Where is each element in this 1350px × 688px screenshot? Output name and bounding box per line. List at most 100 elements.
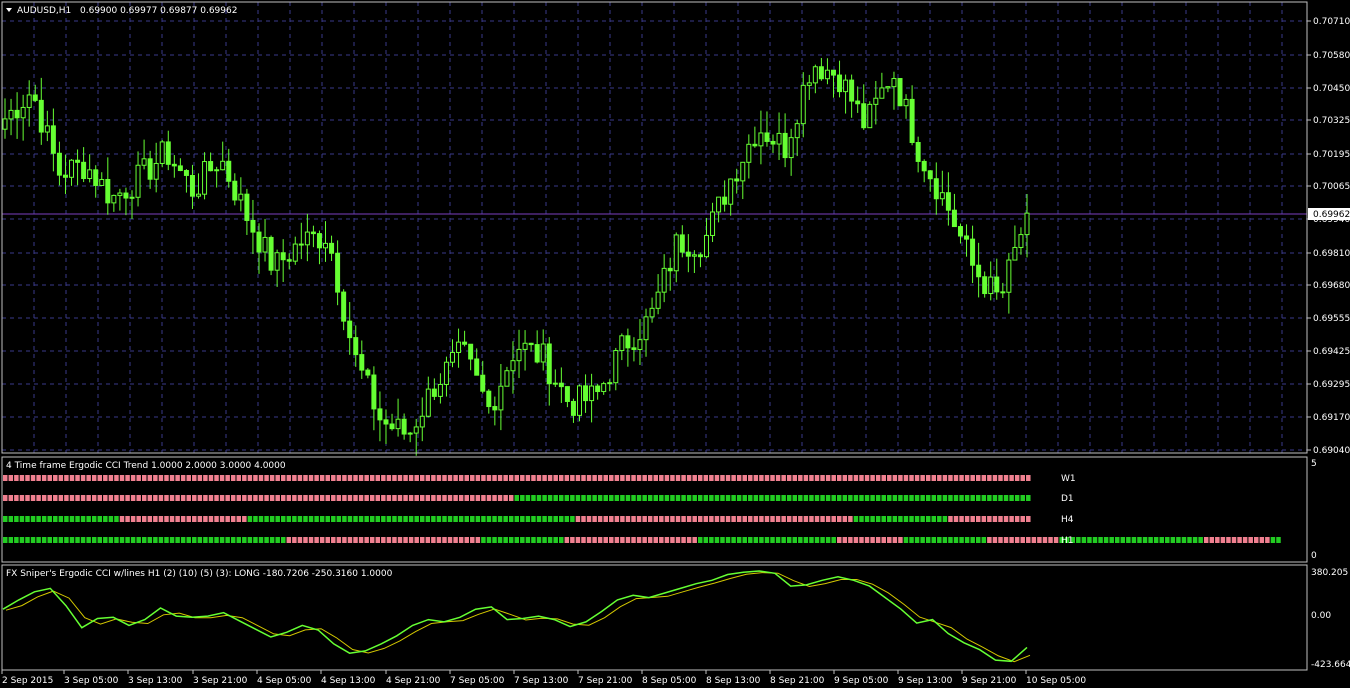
candle-body[interactable] (583, 385, 589, 402)
candle-body[interactable] (20, 106, 26, 119)
candle-body[interactable] (280, 252, 286, 261)
candle-body[interactable] (619, 335, 625, 352)
candle-body[interactable] (50, 125, 56, 154)
candle-body[interactable] (268, 236, 274, 271)
candle-body[interactable] (26, 94, 32, 108)
candle-body[interactable] (262, 236, 268, 253)
candle-body[interactable] (147, 158, 153, 180)
candle-body[interactable] (153, 162, 159, 180)
candle-body[interactable] (921, 160, 927, 172)
candle-body[interactable] (643, 316, 649, 341)
candle-body[interactable] (861, 103, 867, 129)
candle-body[interactable] (637, 339, 643, 350)
candle-body[interactable] (613, 350, 619, 384)
candle-body[interactable] (256, 231, 262, 253)
candle-body[interactable] (988, 276, 994, 295)
candle-body[interactable] (383, 419, 389, 425)
candle-body[interactable] (69, 159, 75, 178)
trading-chart-canvas[interactable]: AUDUSD,H1 0.69900 0.69977 0.69877 0.6996… (0, 0, 1350, 688)
candle-body[interactable] (661, 267, 667, 293)
candle-body[interactable] (99, 179, 105, 186)
candle-body[interactable] (800, 84, 806, 125)
candle-body[interactable] (159, 141, 165, 164)
candle-body[interactable] (818, 66, 824, 80)
candle-body[interactable] (728, 178, 734, 205)
candle-body[interactable] (183, 170, 189, 176)
candle-body[interactable] (165, 141, 171, 165)
candle-body[interactable] (625, 335, 631, 349)
candle-body[interactable] (450, 351, 456, 363)
candle-body[interactable] (522, 342, 528, 350)
candle-body[interactable] (697, 254, 703, 258)
candle-body[interactable] (2, 118, 8, 130)
candle-body[interactable] (685, 251, 691, 257)
candle-body[interactable] (419, 415, 425, 428)
candle-body[interactable] (1000, 291, 1006, 294)
candle-body[interactable] (927, 170, 933, 180)
candle-body[interactable] (601, 383, 607, 393)
candle-body[interactable] (141, 158, 147, 166)
candle-body[interactable] (196, 193, 202, 197)
candle-body[interactable] (510, 360, 516, 372)
candle-body[interactable] (740, 161, 746, 182)
candle-body[interactable] (323, 242, 329, 249)
candle-body[interactable] (310, 231, 316, 235)
candle-body[interactable] (189, 174, 195, 197)
candle-body[interactable] (353, 337, 359, 356)
candle-body[interactable] (691, 254, 697, 257)
candle-body[interactable] (915, 141, 921, 162)
candle-body[interactable] (976, 264, 982, 278)
candle-body[interactable] (812, 66, 818, 84)
candle-body[interactable] (480, 374, 486, 392)
candle-body[interactable] (316, 233, 322, 249)
candle-body[interactable] (964, 235, 970, 240)
candle-body[interactable] (746, 143, 752, 163)
candle-body[interactable] (371, 374, 377, 410)
candle-body[interactable] (764, 132, 770, 142)
candle-body[interactable] (794, 123, 800, 139)
candle-body[interactable] (576, 385, 582, 416)
candle-body[interactable] (982, 276, 988, 295)
candle-body[interactable] (722, 196, 728, 205)
candle-body[interactable] (395, 418, 401, 430)
candle-body[interactable] (425, 388, 431, 417)
candle-body[interactable] (1018, 234, 1024, 248)
candle-body[interactable] (456, 341, 462, 353)
candle-body[interactable] (909, 98, 915, 143)
candle-body[interactable] (806, 82, 812, 86)
candle-body[interactable] (855, 100, 861, 105)
candle-body[interactable] (443, 361, 449, 385)
candle-body[interactable] (62, 174, 68, 178)
candle-body[interactable] (830, 69, 836, 76)
candle-body[interactable] (824, 69, 830, 80)
candle-body[interactable] (873, 97, 879, 105)
candle-body[interactable] (474, 358, 480, 376)
candle-body[interactable] (897, 78, 903, 107)
candle-body[interactable] (93, 169, 99, 186)
candle-body[interactable] (226, 160, 232, 182)
candle-body[interactable] (431, 388, 437, 397)
candle-body[interactable] (516, 348, 522, 362)
candle-body[interactable] (673, 234, 679, 272)
candle-body[interactable] (903, 98, 909, 107)
candle-body[interactable] (250, 219, 256, 233)
candle-body[interactable] (607, 382, 613, 385)
candle-body[interactable] (703, 234, 709, 258)
candle-body[interactable] (1006, 259, 1012, 293)
candle-body[interactable] (843, 79, 849, 93)
candle-body[interactable] (232, 180, 238, 201)
candle-body[interactable] (462, 341, 468, 345)
candle-body[interactable] (123, 192, 129, 199)
candle-body[interactable] (214, 169, 220, 172)
candle-body[interactable] (589, 385, 595, 402)
candle-body[interactable] (75, 159, 81, 163)
candle-body[interactable] (631, 347, 637, 350)
candle-body[interactable] (492, 406, 498, 411)
candle-body[interactable] (758, 132, 764, 147)
candle-body[interactable] (498, 385, 504, 411)
candle-body[interactable] (329, 242, 335, 254)
candle-body[interactable] (879, 87, 885, 99)
candle-body[interactable] (504, 370, 510, 387)
candle-body[interactable] (770, 140, 776, 145)
candle-body[interactable] (8, 109, 14, 120)
